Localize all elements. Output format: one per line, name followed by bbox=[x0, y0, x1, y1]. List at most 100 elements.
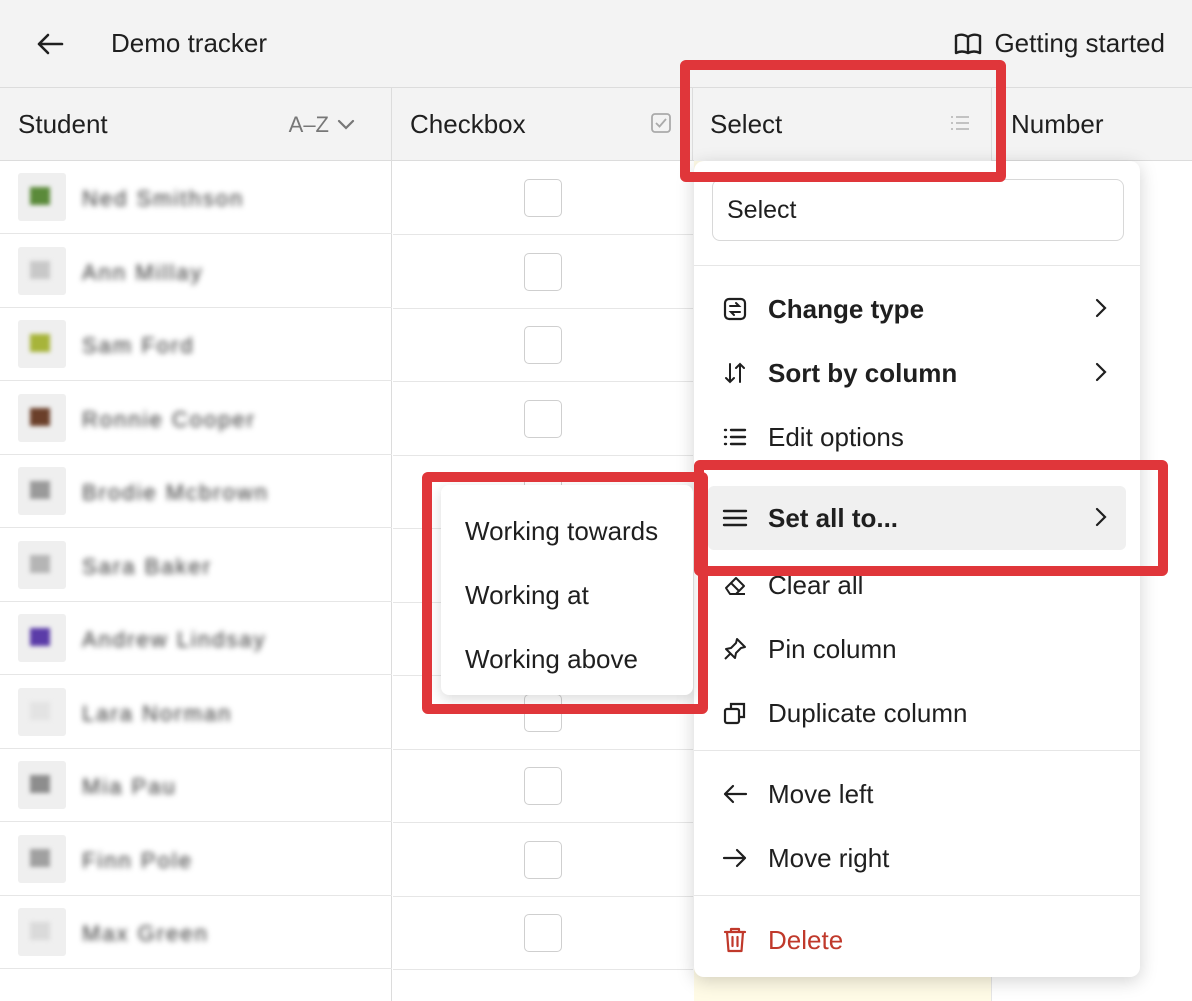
pin-icon bbox=[720, 634, 750, 664]
student-row[interactable]: Sam Ford bbox=[0, 308, 392, 381]
menu-item-move-right[interactable]: Move right bbox=[708, 826, 1126, 890]
student-name: Brodie Mcbrown bbox=[82, 480, 269, 505]
menu-item-label: Pin column bbox=[768, 633, 897, 664]
column-header-row: Student A–Z Checkbox Select Number bbox=[0, 88, 1192, 161]
sort-control[interactable]: A–Z bbox=[289, 112, 355, 138]
list-icon bbox=[720, 422, 750, 452]
avatar bbox=[18, 908, 66, 956]
menu-item-label: Move right bbox=[768, 842, 890, 873]
checkbox[interactable] bbox=[524, 766, 562, 805]
arrow-left-icon bbox=[37, 33, 64, 55]
checkbox[interactable] bbox=[524, 913, 562, 952]
student-row[interactable]: Ann Millay bbox=[0, 235, 392, 308]
checkbox[interactable] bbox=[524, 325, 562, 364]
checkbox-type-icon bbox=[651, 113, 671, 133]
checkbox[interactable] bbox=[524, 840, 562, 879]
avatar-image bbox=[30, 849, 50, 867]
student-name: Finn Pole bbox=[82, 848, 193, 873]
checkbox[interactable] bbox=[524, 693, 562, 732]
checkbox-cell bbox=[393, 823, 693, 897]
checkbox-cell bbox=[393, 308, 693, 382]
menu-item-change-type[interactable]: Change type bbox=[708, 277, 1126, 341]
student-row[interactable]: Ned Smithson bbox=[0, 161, 392, 234]
checkbox-column-label: Checkbox bbox=[410, 109, 526, 139]
student-row[interactable]: Lara Norman bbox=[0, 676, 392, 749]
avatar-image bbox=[30, 408, 50, 426]
back-button[interactable] bbox=[30, 26, 70, 62]
avatar-image bbox=[30, 334, 50, 352]
column-header-checkbox[interactable]: Checkbox bbox=[393, 88, 693, 161]
change-type-icon bbox=[720, 294, 750, 324]
student-row[interactable]: Ronnie Cooper bbox=[0, 382, 392, 455]
student-column: Ned Smithson Ann Millay Sam Ford Ronnie Coo… bbox=[0, 161, 392, 1001]
avatar-image bbox=[30, 922, 50, 940]
checkbox[interactable] bbox=[524, 252, 562, 291]
menu-item-label: Delete bbox=[768, 924, 844, 955]
submenu-item-working-towards[interactable]: Working towards bbox=[441, 499, 693, 563]
student-name: Sara Baker bbox=[82, 554, 213, 579]
avatar-image bbox=[30, 481, 50, 499]
menu-divider bbox=[694, 750, 1140, 751]
menu-item-set-all-to[interactable]: Set all to... bbox=[708, 486, 1126, 550]
book-icon bbox=[955, 33, 982, 54]
avatar-image bbox=[30, 187, 50, 205]
arrow-right-icon bbox=[720, 843, 750, 873]
checkbox-cell bbox=[393, 896, 693, 970]
student-row[interactable]: Andrew Lindsay bbox=[0, 602, 392, 675]
student-row[interactable]: Finn Pole bbox=[0, 823, 392, 896]
avatar bbox=[18, 467, 66, 515]
getting-started-link[interactable]: Getting started bbox=[954, 28, 1165, 59]
menu-item-sort-by-column[interactable]: Sort by column bbox=[708, 341, 1126, 405]
checkbox[interactable] bbox=[524, 178, 562, 217]
menu-item-label: Change type bbox=[768, 293, 925, 324]
submenu-item-working-above[interactable]: Working above bbox=[441, 627, 693, 691]
number-column-label: Number bbox=[1011, 109, 1104, 139]
checkbox[interactable] bbox=[524, 399, 562, 438]
student-name: Max Green bbox=[82, 921, 209, 946]
student-column-label: Student bbox=[18, 109, 108, 139]
menu-item-edit-options[interactable]: Edit options bbox=[708, 405, 1126, 469]
student-name: Andrew Lindsay bbox=[82, 627, 267, 652]
column-header-number[interactable]: Number bbox=[993, 88, 1192, 161]
menu-item-clear-all[interactable]: Clear all bbox=[708, 553, 1126, 617]
student-name: Ann Millay bbox=[82, 260, 204, 285]
avatar bbox=[18, 394, 66, 442]
column-options-menu: Change type Sort by column Edit options … bbox=[694, 161, 1140, 977]
chevron-down-icon bbox=[337, 119, 355, 130]
avatar-image bbox=[30, 702, 50, 720]
list-type-icon bbox=[951, 116, 969, 130]
menu-lines-icon bbox=[720, 503, 750, 533]
menu-item-pin-column[interactable]: Pin column bbox=[708, 617, 1126, 681]
menu-item-label: Duplicate column bbox=[768, 697, 968, 728]
column-header-select[interactable]: Select bbox=[694, 88, 992, 161]
checkbox-cell bbox=[393, 749, 693, 823]
student-name: Ned Smithson bbox=[82, 186, 245, 211]
column-name-input[interactable] bbox=[712, 179, 1124, 241]
avatar bbox=[18, 688, 66, 736]
submenu-item-working-at[interactable]: Working at bbox=[441, 563, 693, 627]
set-all-to-submenu: Working towards Working at Working above bbox=[441, 485, 693, 695]
trash-icon bbox=[720, 925, 750, 955]
menu-item-delete[interactable]: Delete bbox=[708, 908, 1126, 972]
menu-item-move-left[interactable]: Move left bbox=[708, 762, 1126, 826]
student-row[interactable]: Sara Baker bbox=[0, 529, 392, 602]
avatar-image bbox=[30, 555, 50, 573]
menu-divider bbox=[694, 895, 1140, 896]
chevron-right-icon bbox=[1095, 507, 1107, 527]
avatar bbox=[18, 761, 66, 809]
checkbox-cell bbox=[393, 382, 693, 456]
student-name: Ronnie Cooper bbox=[82, 407, 256, 432]
menu-item-label: Set all to... bbox=[768, 502, 899, 533]
avatar bbox=[18, 614, 66, 662]
avatar bbox=[18, 320, 66, 368]
student-row[interactable]: Mia Pau bbox=[0, 749, 392, 822]
avatar-image bbox=[30, 775, 50, 793]
menu-item-duplicate-column[interactable]: Duplicate column bbox=[708, 681, 1126, 745]
avatar bbox=[18, 247, 66, 295]
menu-item-label: Edit options bbox=[768, 421, 904, 452]
menu-divider bbox=[694, 265, 1140, 266]
column-header-student[interactable]: Student A–Z bbox=[0, 88, 392, 161]
menu-item-label: Sort by column bbox=[768, 357, 958, 388]
student-row[interactable]: Brodie Mcbrown bbox=[0, 455, 392, 528]
student-row[interactable]: Max Green bbox=[0, 896, 392, 969]
